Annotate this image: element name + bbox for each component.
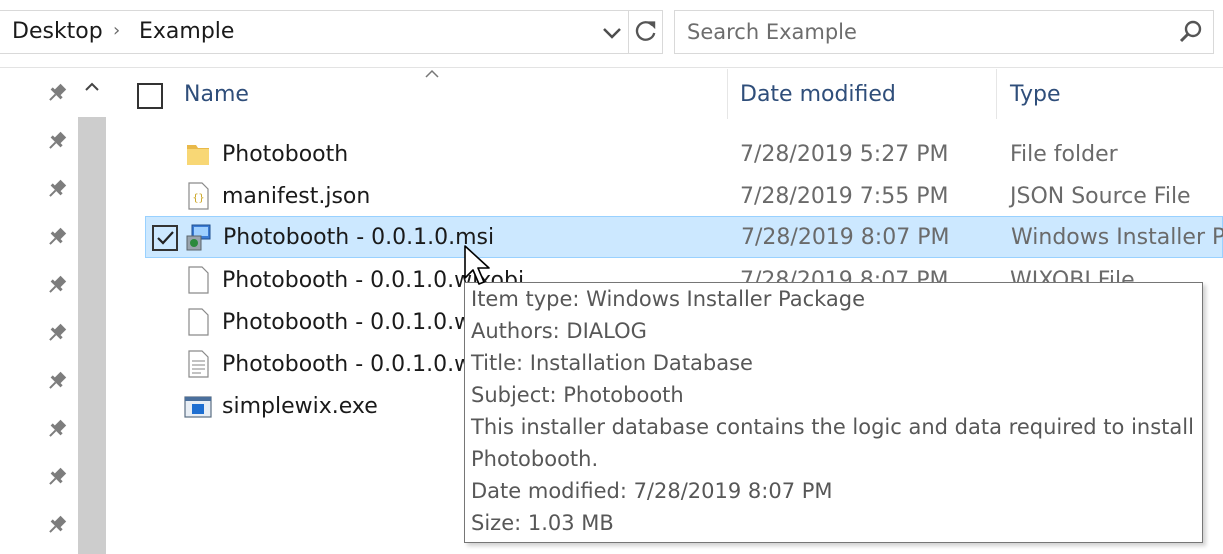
file-type: JSON Source File	[1010, 184, 1191, 209]
file-date-modified: 7/28/2019 8:07 PM	[741, 225, 950, 250]
column-headers: Name Date modified Type	[110, 69, 1223, 125]
pin-icon	[49, 515, 67, 533]
tooltip-subject: Subject: Photobooth	[471, 383, 684, 407]
exe-app-icon	[184, 396, 212, 418]
scroll-up-arrow-icon[interactable]	[77, 69, 107, 109]
blank-file-icon	[188, 308, 209, 336]
tooltip-comments: This installer database contains the log…	[471, 415, 1194, 439]
search-icon[interactable]	[1177, 18, 1205, 46]
column-divider[interactable]	[996, 69, 997, 119]
file-type: File folder	[1010, 142, 1118, 167]
file-name[interactable]: Photobooth - 0.0.1.0.w	[222, 310, 472, 335]
pin-icon	[49, 467, 67, 485]
pin-icon	[49, 275, 67, 293]
file-name[interactable]: Photobooth - 0.0.1.0.w	[222, 352, 472, 377]
file-row[interactable]: Photobooth 7/28/2019 5:27 PM File folder	[145, 134, 1223, 176]
search-input[interactable]	[687, 18, 1157, 46]
sort-ascending-icon	[425, 69, 439, 78]
file-name[interactable]: simplewix.exe	[222, 394, 378, 419]
breadcrumb-separator-icon[interactable]: ›	[113, 20, 120, 41]
column-header-date-modified[interactable]: Date modified	[740, 82, 896, 107]
refresh-icon[interactable]	[628, 11, 662, 53]
pin-icon	[49, 371, 67, 389]
file-date-modified: 7/28/2019 5:27 PM	[740, 142, 949, 167]
msi-installer-icon	[186, 224, 211, 251]
tooltip-date-modified: Date modified: 7/28/2019 8:07 PM	[471, 479, 833, 503]
select-all-checkbox[interactable]	[137, 83, 163, 109]
file-row-selected[interactable]: Photobooth - 0.0.1.0.msi 7/28/2019 8:07 …	[145, 216, 1223, 258]
text-file-icon	[188, 350, 209, 378]
tooltip-title: Title: Installation Database	[471, 351, 753, 375]
navigation-scrollbar[interactable]	[77, 69, 107, 554]
file-row[interactable]: {} manifest.json 7/28/2019 7:55 PM JSON …	[145, 176, 1223, 218]
pin-icon	[49, 83, 67, 101]
checkmark-icon	[157, 231, 174, 245]
column-header-name[interactable]: Name	[184, 82, 249, 107]
file-date-modified: 7/28/2019 7:55 PM	[740, 184, 949, 209]
folder-icon	[187, 145, 209, 165]
address-bar[interactable]: Desktop › Example	[0, 10, 663, 54]
svg-text:{}: {}	[192, 193, 204, 204]
mouse-pointer-icon	[464, 245, 490, 285]
json-file-icon: {}	[188, 182, 209, 210]
chevron-down-icon[interactable]	[598, 19, 626, 47]
row-checkbox[interactable]	[152, 225, 178, 251]
search-box[interactable]	[674, 10, 1214, 54]
blank-file-icon	[188, 266, 209, 294]
file-name[interactable]: Photobooth	[222, 142, 348, 167]
scrollbar-thumb[interactable]	[78, 117, 106, 554]
tooltip-item-type: Item type: Windows Installer Package	[471, 287, 866, 311]
column-header-type[interactable]: Type	[1010, 82, 1061, 107]
toolbar: Desktop › Example	[0, 0, 1223, 68]
file-type: Windows Installer Pa	[1011, 225, 1223, 250]
pin-icon	[49, 131, 67, 149]
file-info-tooltip: Item type: Windows Installer Package Aut…	[464, 282, 1203, 543]
tooltip-size: Size: 1.03 MB	[471, 511, 614, 535]
breadcrumb-example[interactable]: Example	[139, 19, 234, 44]
pin-icon	[49, 323, 67, 341]
breadcrumb-desktop[interactable]: Desktop	[12, 19, 103, 44]
file-name[interactable]: manifest.json	[222, 184, 370, 209]
column-divider[interactable]	[727, 69, 728, 119]
pin-icon	[49, 419, 67, 437]
pin-icon	[49, 179, 67, 197]
pin-icon	[49, 227, 67, 245]
tooltip-authors: Authors: DIALOG	[471, 319, 647, 343]
file-name[interactable]: Photobooth - 0.0.1.0.msi	[223, 225, 494, 250]
tooltip-comments-cont: Photobooth.	[471, 447, 599, 471]
